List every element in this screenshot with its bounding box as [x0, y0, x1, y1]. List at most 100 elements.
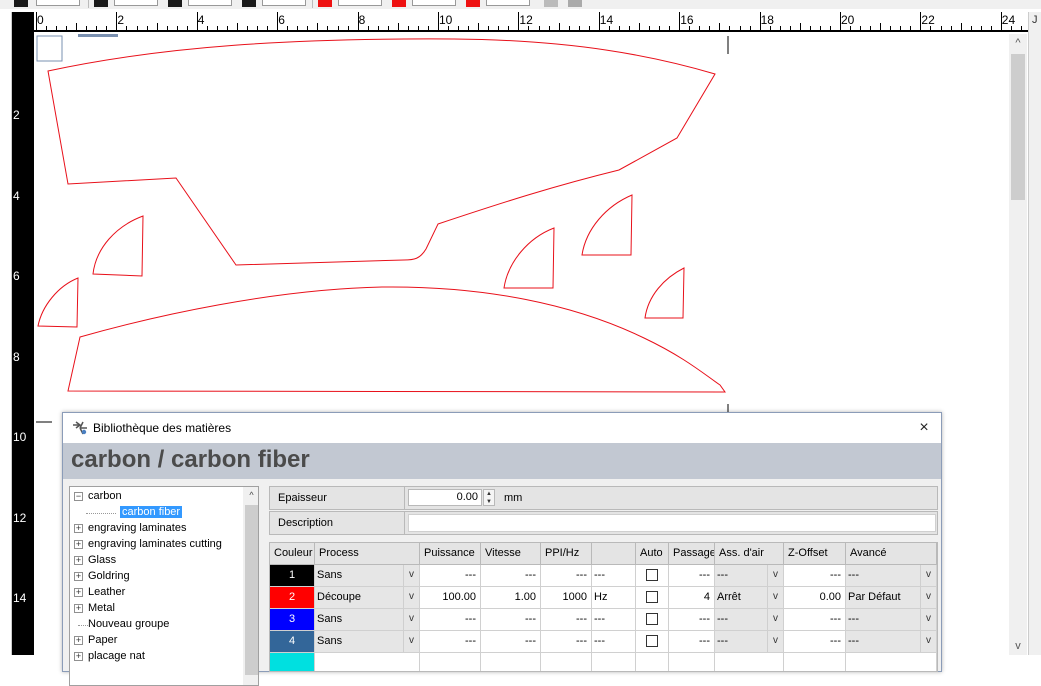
- avance-select[interactable]: --- v: [846, 631, 937, 653]
- air-select[interactable]: --- v: [715, 609, 784, 631]
- puissance-cell[interactable]: 100.00: [420, 587, 481, 609]
- vitesse-cell[interactable]: ---: [481, 565, 541, 587]
- collapse-icon[interactable]: −: [74, 492, 83, 501]
- toolbar-field-3[interactable]: [188, 0, 232, 6]
- zoffset-cell[interactable]: ---: [784, 609, 846, 631]
- auto-checkbox[interactable]: [646, 591, 658, 603]
- toolbar-field-4[interactable]: [262, 0, 306, 6]
- tree-item[interactable]: + Metal: [70, 601, 240, 617]
- passage-cell[interactable]: ---: [669, 565, 715, 587]
- tool-red-icon[interactable]: [466, 0, 480, 7]
- scroll-down-icon[interactable]: v: [1009, 637, 1027, 655]
- tool-icon[interactable]: [168, 0, 182, 7]
- shape-large-bottom[interactable]: [67, 286, 726, 393]
- print-icon[interactable]: [568, 0, 582, 7]
- air-select[interactable]: Arrêt v: [715, 587, 784, 609]
- dialog-titlebar[interactable]: Bibliothèque des matières ×: [63, 413, 941, 443]
- ppi-cell[interactable]: ---: [541, 631, 592, 653]
- tree-item[interactable]: + Goldring: [70, 569, 240, 585]
- dropdown-chevron-icon[interactable]: v: [767, 609, 783, 630]
- vitesse-cell[interactable]: ---: [481, 631, 541, 653]
- dropdown-chevron-icon[interactable]: v: [920, 565, 936, 586]
- dropdown-chevron-icon[interactable]: v: [403, 587, 419, 608]
- color-swatch[interactable]: 2: [270, 587, 315, 609]
- tree-item[interactable]: carbon fiber: [70, 505, 240, 521]
- avance-select[interactable]: --- v: [846, 609, 937, 631]
- unit-cell[interactable]: ---: [592, 631, 636, 653]
- description-input[interactable]: [408, 514, 936, 532]
- unit-cell[interactable]: ---: [592, 609, 636, 631]
- tree-item[interactable]: − carbon: [70, 489, 240, 505]
- expand-icon[interactable]: +: [74, 652, 83, 661]
- material-tree[interactable]: ^ − carbon carbon fiber + engraving laminate…: [69, 486, 259, 686]
- process-select[interactable]: Sans v: [315, 609, 420, 631]
- tool-icon[interactable]: [242, 0, 256, 7]
- passage-cell[interactable]: ---: [669, 609, 715, 631]
- shape-wedge-4[interactable]: [581, 194, 633, 256]
- zoffset-cell[interactable]: ---: [784, 631, 846, 653]
- shape-large-top[interactable]: [47, 38, 716, 266]
- dropdown-chevron-icon[interactable]: v: [403, 609, 419, 630]
- close-icon[interactable]: ×: [913, 417, 935, 439]
- ppi-cell[interactable]: ---: [541, 609, 592, 631]
- tool-icon[interactable]: [94, 0, 108, 7]
- ppi-cell[interactable]: ---: [541, 565, 592, 587]
- expand-icon[interactable]: +: [74, 556, 83, 565]
- tree-item[interactable]: + Leather: [70, 585, 240, 601]
- passage-cell[interactable]: ---: [669, 631, 715, 653]
- thickness-input[interactable]: 0.00: [408, 489, 482, 506]
- toolbar-field-1[interactable]: [36, 0, 80, 6]
- expand-icon[interactable]: +: [74, 636, 83, 645]
- zoffset-cell[interactable]: 0.00: [784, 587, 846, 609]
- scroll-thumb[interactable]: [1011, 54, 1025, 200]
- dropdown-chevron-icon[interactable]: v: [767, 565, 783, 586]
- tree-item[interactable]: + engraving laminates: [70, 521, 240, 537]
- process-select[interactable]: Découpe v: [315, 587, 420, 609]
- dropdown-chevron-icon[interactable]: v: [767, 631, 783, 652]
- avance-select[interactable]: Par Défaut v: [846, 587, 937, 609]
- dropdown-chevron-icon[interactable]: v: [920, 631, 936, 652]
- tree-item[interactable]: + Paper: [70, 633, 240, 649]
- vitesse-cell[interactable]: 1.00: [481, 587, 541, 609]
- air-select[interactable]: --- v: [715, 565, 784, 587]
- tree-item[interactable]: Nouveau groupe: [70, 617, 240, 633]
- color-swatch[interactable]: 1: [270, 565, 315, 587]
- scroll-up-icon[interactable]: ^: [1009, 34, 1027, 52]
- process-select[interactable]: Sans v: [315, 565, 420, 587]
- tree-item[interactable]: + engraving laminates cutting: [70, 537, 240, 553]
- dropdown-chevron-icon[interactable]: v: [920, 609, 936, 630]
- spin-down-icon[interactable]: ▼: [484, 498, 494, 506]
- toolbar-field-7[interactable]: [486, 0, 530, 6]
- expand-icon[interactable]: +: [74, 588, 83, 597]
- tree-scrollbar[interactable]: ^: [243, 487, 258, 685]
- color-swatch[interactable]: 3: [270, 609, 315, 631]
- dropdown-chevron-icon[interactable]: v: [767, 587, 783, 608]
- toolbar-field-5[interactable]: [338, 0, 382, 6]
- air-select[interactable]: --- v: [715, 631, 784, 653]
- toolbar-field-2[interactable]: [114, 0, 158, 6]
- dropdown-chevron-icon[interactable]: v: [403, 565, 419, 586]
- color-swatch[interactable]: [270, 653, 315, 671]
- undo-icon[interactable]: [544, 0, 558, 7]
- avance-select[interactable]: --- v: [846, 565, 937, 587]
- expand-icon[interactable]: +: [74, 524, 83, 533]
- zoffset-cell[interactable]: ---: [784, 565, 846, 587]
- tool-red-icon[interactable]: [392, 0, 406, 7]
- auto-checkbox[interactable]: [646, 613, 658, 625]
- shape-wedge-5[interactable]: [644, 267, 685, 319]
- shape-wedge-2[interactable]: [37, 277, 79, 328]
- expand-icon[interactable]: +: [74, 572, 83, 581]
- tree-item[interactable]: + placage nat: [70, 649, 240, 665]
- expand-icon[interactable]: +: [74, 604, 83, 613]
- hatch-icon[interactable]: [14, 0, 28, 7]
- process-select[interactable]: Sans v: [315, 631, 420, 653]
- right-panel-tab[interactable]: J: [1032, 14, 1038, 26]
- unit-cell[interactable]: ---: [592, 565, 636, 587]
- puissance-cell[interactable]: ---: [420, 609, 481, 631]
- shape-wedge-3[interactable]: [503, 227, 555, 289]
- passage-cell[interactable]: 4: [669, 587, 715, 609]
- dropdown-chevron-icon[interactable]: v: [920, 587, 936, 608]
- puissance-cell[interactable]: ---: [420, 631, 481, 653]
- tree-scroll-thumb[interactable]: [245, 505, 258, 675]
- color-swatch[interactable]: 4: [270, 631, 315, 653]
